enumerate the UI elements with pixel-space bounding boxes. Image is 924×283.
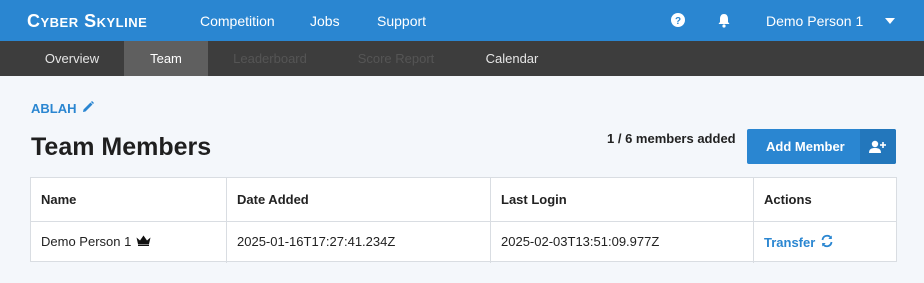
tab-leaderboard: Leaderboard [233,51,307,66]
user-menu[interactable]: Demo Person 1 [766,13,863,29]
top-navbar: Cyber Skyline Competition Jobs Support ?… [0,0,924,41]
add-member-label: Add Member [766,139,845,154]
transfer-label: Transfer [764,235,816,250]
members-table: Name Date Added Last Login Actions Demo … [30,177,897,263]
nav-competition[interactable]: Competition [200,13,275,29]
tab-team[interactable]: Team [124,41,208,76]
add-member-button[interactable]: Add Member [747,129,896,164]
nav-jobs[interactable]: Jobs [310,13,340,29]
nav-support[interactable]: Support [377,13,426,29]
pencil-icon[interactable] [82,101,94,116]
header-actions: Actions [764,192,812,207]
row-divider [31,221,896,222]
chevron-down-icon[interactable] [885,18,895,24]
header-name: Name [41,192,77,207]
header-last-login: Last Login [501,192,567,207]
tab-calendar[interactable]: Calendar [462,41,562,76]
team-name: ABLAH [31,101,77,116]
bell-icon[interactable] [716,12,732,28]
member-name-cell: Demo Person 1 [41,234,151,249]
sub-navbar: Overview Team Leaderboard Score Report C… [0,41,924,76]
help-circle-icon[interactable]: ? [670,12,686,28]
header-date-added: Date Added [237,192,309,207]
tab-overview[interactable]: Overview [22,41,122,76]
refresh-icon [820,234,834,251]
tab-score-report: Score Report [357,51,435,66]
svg-text:?: ? [675,16,681,27]
member-last-login: 2025-02-03T13:51:09.977Z [501,234,660,249]
page-title: Team Members [31,133,212,161]
team-name-link[interactable]: ABLAH [31,101,94,116]
brand-logo[interactable]: Cyber Skyline [27,11,147,32]
transfer-button[interactable]: Transfer [764,234,834,251]
member-count: 1 / 6 members added [607,131,736,146]
member-name: Demo Person 1 [41,234,132,249]
add-user-icon [860,129,896,164]
member-date-added: 2025-01-16T17:27:41.234Z [237,234,396,249]
crown-icon [136,234,151,249]
